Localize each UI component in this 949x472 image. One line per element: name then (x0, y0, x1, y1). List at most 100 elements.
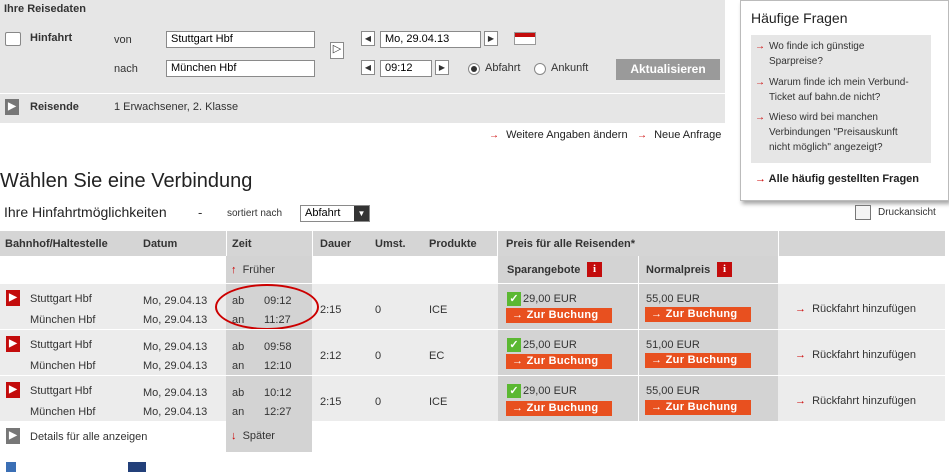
faq-item[interactable]: → Warum finde ich mein Verbund- Ticket a… (755, 75, 927, 105)
table-row[interactable]: ▶ Stuttgart Hbf München Hbf Mo, 29.04.13… (0, 283, 945, 330)
date-next-button[interactable]: ▶ (484, 31, 498, 46)
transfers: 0 (375, 350, 382, 362)
book-spar-button[interactable]: → Zur Buchung (506, 401, 612, 416)
calendar-icon[interactable] (514, 32, 536, 45)
faq-title: Häufige Fragen (751, 10, 848, 26)
spar-price: 25,00 EUR (523, 339, 577, 351)
normal-label: Normalpreis (646, 264, 711, 276)
time-input[interactable]: 09:12 (380, 60, 432, 77)
panel-title: Ihre Reisedaten (4, 3, 86, 15)
sub-heading: Ihre Hinfahrtmöglichkeiten (4, 204, 167, 220)
ab-label: ab (232, 387, 245, 399)
arrow-right-icon: → (755, 173, 766, 185)
table-row[interactable]: ▶ Stuttgart Hbf München Hbf Mo, 29.04.13… (0, 375, 945, 422)
reisende-expand-icon[interactable]: ▶ (5, 99, 19, 115)
table-row[interactable]: ▶ Stuttgart Hbf München Hbf Mo, 29.04.13… (0, 329, 945, 376)
chevron-down-icon[interactable]: ▼ (354, 206, 369, 221)
ankunft-label: Ankunft (551, 62, 589, 74)
book-normal-button[interactable]: → Zur Buchung (645, 307, 751, 322)
abfahrt-label: Abfahrt (485, 62, 521, 74)
earlier-button[interactable]: ↑ Früher (231, 264, 275, 276)
dep-date: Mo, 29.04.13 (143, 387, 208, 399)
from-station: Stuttgart Hbf (30, 339, 92, 351)
reisende-label: Reisende (30, 101, 79, 113)
return-trip-link[interactable]: → Rückfahrt hinzufügen (795, 303, 916, 315)
arrow-right-icon: → (795, 395, 806, 407)
info-icon[interactable]: i (587, 262, 602, 277)
from-station: Stuttgart Hbf (30, 385, 92, 397)
later-button[interactable]: ↓ Später (231, 430, 275, 442)
neue-anfrage-link[interactable]: → Neue Anfrage (637, 129, 721, 141)
reisedaten-panel: Ihre Reisedaten Hinfahrt von Stuttgart H… (0, 0, 725, 123)
faq-list: → Wo finde ich günstige Sparpreise? → Wa… (751, 35, 931, 163)
highlight-circle (215, 284, 319, 330)
arrow-right-icon: → (795, 349, 806, 361)
arr-time: 12:10 (264, 360, 292, 372)
reisende-value: 1 Erwachsener, 2. Klasse (114, 101, 239, 113)
faq-item[interactable]: → Wo finde ich günstige Sparpreise? (755, 39, 927, 69)
col-station: Bahnhof/Haltestelle (5, 238, 108, 250)
spar-price: 29,00 EUR (523, 293, 577, 305)
swap-stations-button[interactable]: ▷ (330, 42, 344, 59)
to-station: München Hbf (30, 360, 96, 372)
arr-date: Mo, 29.04.13 (143, 314, 208, 326)
dep-time: 10:12 (264, 387, 292, 399)
col-umst: Umst. (375, 238, 406, 250)
product: EC (429, 350, 445, 362)
nach-label: nach (114, 63, 138, 75)
duration: 2:15 (320, 304, 342, 316)
spar-label: Sparangebote (507, 264, 581, 276)
ankunft-radio[interactable] (534, 63, 546, 75)
table-footer: ▶ Details für alle anzeigen ↓ Später (0, 421, 945, 452)
expand-icon[interactable]: ▶ (6, 382, 20, 398)
from-input[interactable]: Stuttgart Hbf (166, 31, 315, 48)
page-title: Wählen Sie eine Verbindung (0, 170, 253, 192)
details-all-link[interactable]: Details für alle anzeigen (30, 431, 147, 443)
book-spar-button[interactable]: → Zur Buchung (506, 308, 612, 323)
print-icon[interactable] (855, 205, 871, 220)
check-icon: ✓ (507, 384, 521, 398)
arrow-right-icon: → (755, 41, 765, 52)
col-produkte: Produkte (429, 238, 477, 250)
arrow-right-icon: → (637, 130, 647, 141)
expand-all-icon[interactable]: ▶ (6, 428, 20, 444)
normal-price: 55,00 EUR (646, 293, 700, 305)
col-zeit: Zeit (232, 238, 252, 250)
app-icon (128, 462, 146, 472)
sort-select[interactable]: Abfahrt ▼ (300, 205, 370, 222)
print-link[interactable]: Druckansicht (878, 207, 936, 218)
time-next-button[interactable]: ▶ (435, 60, 449, 75)
col-datum: Datum (143, 238, 178, 250)
ab-label: ab (232, 341, 245, 353)
normal-price: 51,00 EUR (646, 339, 700, 351)
arrow-right-icon: → (755, 112, 765, 123)
normal-price: 55,00 EUR (646, 385, 700, 397)
weitere-angaben-link[interactable]: → Weitere Angaben ändern (489, 129, 628, 141)
to-input[interactable]: München Hbf (166, 60, 315, 77)
expand-icon[interactable]: ▶ (6, 290, 20, 306)
date-input[interactable]: Mo, 29.04.13 (380, 31, 481, 48)
abfahrt-radio[interactable] (468, 63, 480, 75)
time-prev-button[interactable]: ◀ (361, 60, 375, 75)
date-prev-button[interactable]: ◀ (361, 31, 375, 46)
faq-item[interactable]: → Wieso wird bei manchen Verbindungen "P… (755, 110, 927, 155)
dep-time: 09:58 (264, 341, 292, 353)
book-normal-button[interactable]: → Zur Buchung (645, 353, 751, 368)
from-station: Stuttgart Hbf (30, 293, 92, 305)
arrow-right-icon: → (755, 77, 765, 88)
arrow-right-icon: → (489, 130, 499, 141)
an-label: an (232, 360, 245, 372)
book-normal-button[interactable]: → Zur Buchung (645, 400, 751, 415)
info-icon[interactable]: i (717, 262, 732, 277)
book-spar-button[interactable]: → Zur Buchung (506, 354, 612, 369)
arr-time: 12:27 (264, 406, 292, 418)
return-trip-link[interactable]: → Rückfahrt hinzufügen (795, 349, 916, 361)
expand-icon[interactable]: ▶ (6, 336, 20, 352)
arrow-up-icon: ↑ (231, 264, 237, 276)
to-station: München Hbf (30, 314, 96, 326)
faq-all-link[interactable]: → Alle häufig gestellten Fragen (755, 173, 919, 185)
von-label: von (114, 34, 132, 46)
check-icon: ✓ (507, 338, 521, 352)
return-trip-link[interactable]: → Rückfahrt hinzufügen (795, 395, 916, 407)
update-button[interactable]: Aktualisieren (616, 59, 720, 80)
